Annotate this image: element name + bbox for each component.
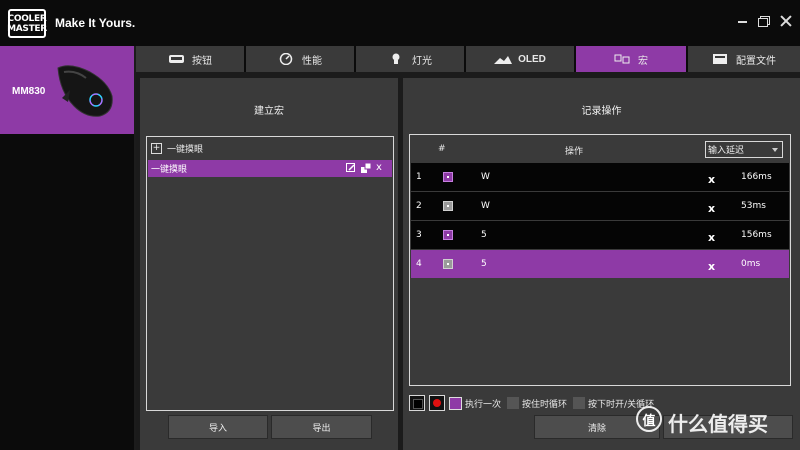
row-delay: 166ms (741, 172, 772, 182)
profile-icon (712, 53, 730, 65)
row-key: 5 (481, 259, 487, 269)
record-button[interactable] (429, 395, 445, 411)
row-index: 1 (416, 172, 422, 182)
row-key: 5 (481, 230, 487, 240)
macro-item-label: 一键摸眼 (151, 165, 188, 175)
delete-row-icon[interactable]: x (708, 260, 715, 273)
maximize-button[interactable] (757, 14, 771, 28)
panel-title: 建立宏 (254, 106, 284, 117)
delete-row-icon[interactable]: x (708, 231, 715, 244)
column-operation: 操作 (565, 147, 584, 157)
tab-label: 按钮 (192, 55, 212, 67)
row-delay: 53ms (741, 201, 766, 211)
watermark-text: 什么值得买 (668, 412, 768, 436)
minimize-button[interactable] (736, 14, 750, 28)
macro-icon (614, 53, 632, 65)
delete-row-icon[interactable]: x (708, 202, 715, 215)
option-hold-loop[interactable]: 按住时循环 (507, 397, 567, 410)
delay-select[interactable]: 输入延迟 (705, 141, 783, 158)
option-label: 按住时循环 (522, 399, 568, 410)
delete-row-icon[interactable]: x (708, 173, 715, 186)
oled-icon (494, 53, 513, 65)
logo-line2: MASTER (7, 23, 47, 34)
panel-title: 记录操作 (581, 106, 622, 117)
record-actions-panel: 记录操作 # 操作 输入延迟 1 W x 166ms 2 W x 53ms 3 … (403, 78, 800, 450)
row-delay: 0ms (741, 259, 761, 269)
export-button[interactable]: 导出 (271, 415, 372, 439)
row-index: 3 (416, 230, 422, 240)
key-down-icon (443, 230, 453, 240)
device-card[interactable]: MM830 (0, 46, 134, 134)
import-button[interactable]: 导入 (168, 415, 268, 439)
delete-icon[interactable]: x (376, 163, 386, 173)
edit-icon[interactable] (346, 163, 356, 173)
checkbox-icon (507, 397, 520, 409)
checkbox-icon (573, 397, 586, 409)
performance-icon (278, 53, 296, 65)
cooler-master-logo: COOLER MASTER (7, 9, 47, 38)
row-key: W (481, 201, 490, 211)
tab-macro[interactable]: 宏 (576, 46, 688, 72)
logo-line1: COOLER (7, 13, 47, 24)
add-macro-button[interactable]: + 一键摸眼 (151, 141, 203, 155)
watermark-badge: 值 (636, 406, 662, 432)
table-header: # 操作 输入延迟 (410, 135, 790, 163)
tab-performance[interactable]: 性能 (246, 46, 356, 72)
plus-icon: + (151, 142, 162, 154)
close-button[interactable] (779, 14, 793, 28)
row-index: 4 (416, 259, 422, 269)
mouse-image (57, 65, 113, 117)
action-table: # 操作 输入延迟 1 W x 166ms 2 W x 53ms 3 5 x 1… (409, 134, 791, 386)
option-label: 执行一次 (465, 399, 502, 410)
tab-label: 灯光 (412, 55, 432, 67)
row-delay: 156ms (741, 230, 772, 240)
table-row[interactable]: 1 W x 166ms (411, 163, 789, 191)
macro-item[interactable]: 一键摸眼 x (148, 160, 392, 177)
tab-label: 配置文件 (736, 55, 776, 67)
copy-icon[interactable] (361, 162, 372, 173)
create-macro-panel: 建立宏 + 一键摸眼 一键摸眼 x 导入 导出 (140, 78, 398, 450)
tab-label: OLED (518, 53, 546, 65)
tab-profile[interactable]: 配置文件 (688, 46, 800, 72)
checkbox-icon (449, 396, 462, 410)
title-bar: COOLER MASTER Make It Yours. (0, 0, 800, 46)
table-row[interactable]: 3 5 x 156ms (411, 221, 789, 249)
key-up-icon (443, 259, 453, 269)
tab-label: 性能 (302, 55, 322, 67)
row-index: 2 (416, 201, 422, 211)
button-icon (168, 53, 186, 65)
tab-buttons[interactable]: 按钮 (136, 46, 246, 72)
key-down-icon (443, 172, 453, 182)
column-number: # (438, 144, 446, 154)
stop-record-button[interactable] (409, 395, 425, 411)
tagline: Make It Yours. (55, 16, 136, 30)
tab-label: 宏 (638, 55, 648, 67)
tab-oled[interactable]: OLED (466, 46, 576, 72)
add-macro-label: 一键摸眼 (167, 144, 204, 155)
table-row-selected[interactable]: 4 5 x 0ms (411, 250, 789, 278)
key-up-icon (443, 201, 453, 211)
row-key: W (481, 172, 490, 182)
device-name: MM830 (12, 86, 46, 97)
tab-lighting[interactable]: 灯光 (356, 46, 466, 72)
record-controls: 执行一次 按住时循环 按下时开/关循环 (409, 394, 660, 412)
tab-bar: 按钮 性能 灯光 OLED 宏 配置文件 (136, 46, 800, 72)
table-row[interactable]: 2 W x 53ms (411, 192, 789, 220)
macro-list: + 一键摸眼 一键摸眼 x (146, 136, 394, 411)
macro-actions: x (346, 162, 386, 173)
lighting-icon (388, 53, 406, 65)
option-once[interactable]: 执行一次 (449, 396, 502, 410)
